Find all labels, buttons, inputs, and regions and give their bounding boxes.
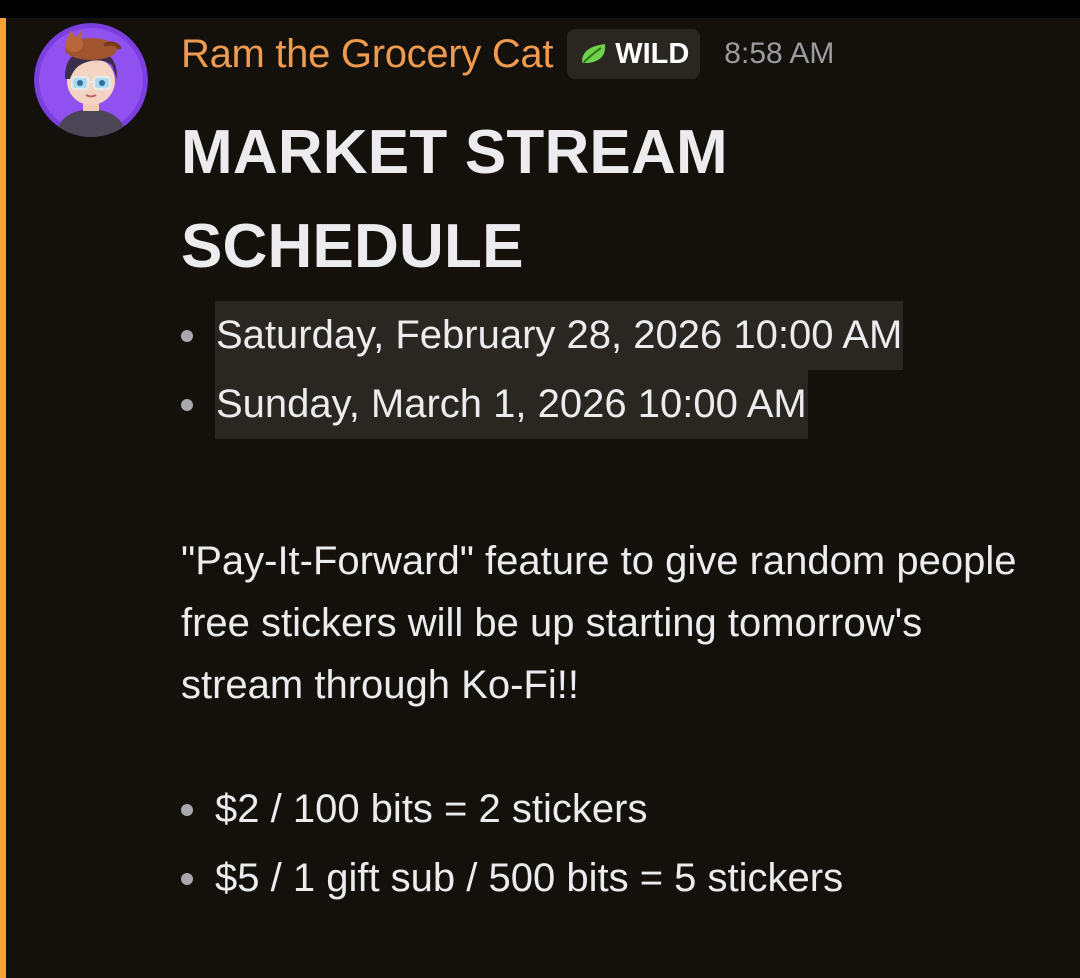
price-item: $5 / 1 gift sub / 500 bits = 5 stickers: [215, 856, 844, 900]
bullet-icon: [181, 872, 193, 885]
leaf-icon: [582, 44, 606, 64]
price-list: $2 / 100 bits = 2 stickers $5 / 1 gift s…: [181, 775, 843, 913]
timestamp-chip[interactable]: Sunday, March 1, 2026 10:00 AM: [215, 370, 808, 439]
server-tag-label: WILD: [615, 37, 690, 70]
message-header: Ram the Grocery Cat WILD 8:58 AM: [181, 26, 834, 82]
timestamp-chip[interactable]: Saturday, February 28, 2026 10:00 AM: [215, 301, 904, 370]
price-item: $2 / 100 bits = 2 stickers: [215, 787, 648, 831]
message-heading: MARKET STREAM SCHEDULE: [181, 118, 728, 281]
author-name[interactable]: Ram the Grocery Cat: [181, 32, 554, 77]
avatar[interactable]: [34, 23, 148, 137]
mention-highlight-bar: [0, 18, 6, 978]
list-item: $5 / 1 gift sub / 500 bits = 5 stickers: [181, 844, 843, 913]
list-item: $2 / 100 bits = 2 stickers: [181, 775, 843, 844]
message-paragraph: "Pay-It-Forward" feature to give random …: [181, 539, 1017, 707]
bullet-icon: [181, 398, 193, 411]
bullet-icon: [181, 329, 193, 342]
schedule-list: Saturday, February 28, 2026 10:00 AM Sun…: [181, 301, 904, 439]
list-item: Sunday, March 1, 2026 10:00 AM: [181, 370, 903, 439]
avatar-image: [34, 23, 148, 137]
chat-message: Ram the Grocery Cat WILD 8:58 AM MARKET …: [0, 18, 1080, 978]
list-item: Saturday, February 28, 2026 10:00 AM: [181, 301, 904, 370]
server-tag[interactable]: WILD: [567, 29, 701, 79]
message-timestamp[interactable]: 8:58 AM: [724, 37, 834, 71]
bullet-icon: [181, 803, 193, 816]
